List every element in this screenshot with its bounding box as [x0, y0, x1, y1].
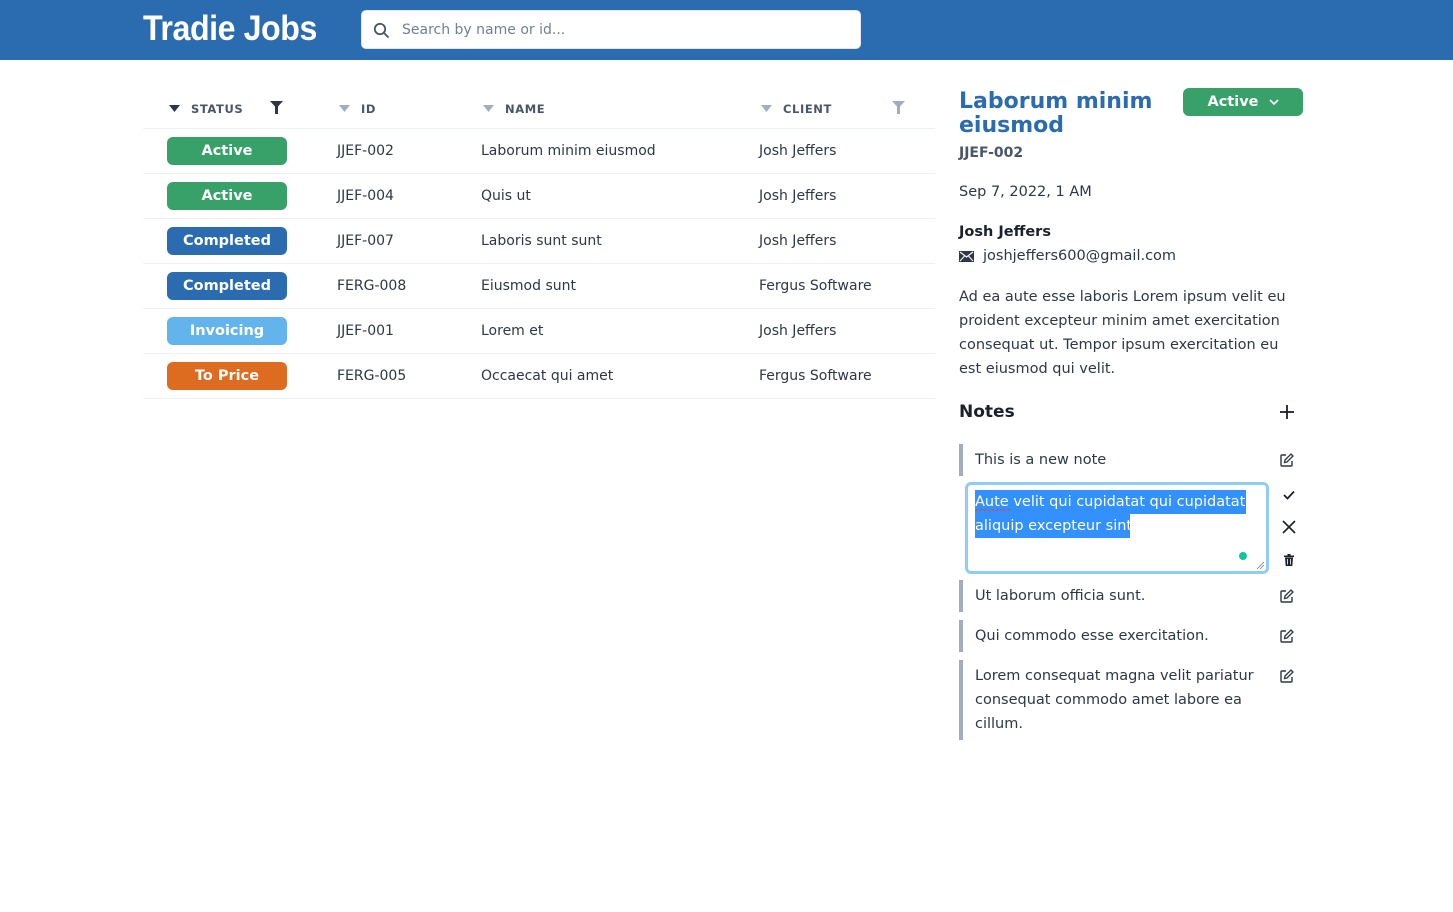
delete-note-trash-icon[interactable]	[1284, 554, 1294, 566]
edit-note-icon[interactable]	[1280, 453, 1294, 467]
note-editor[interactable]: Aute velit qui cupidatat qui cupidatat a…	[965, 482, 1269, 574]
table-body: Active JJEF-002 Laborum minim eiusmod Jo…	[143, 129, 935, 399]
grammar-assistant-icon[interactable]	[1239, 552, 1247, 560]
table-row[interactable]: Active JJEF-002 Laborum minim eiusmod Jo…	[143, 129, 935, 174]
add-note-plus-icon[interactable]	[1279, 404, 1295, 420]
table-row[interactable]: Completed FERG-008 Eiusmod sunt Fergus S…	[143, 264, 935, 309]
note-item: This is a new note	[959, 444, 1303, 476]
sort-caret-down-icon[interactable]	[169, 105, 180, 113]
text-selection	[975, 490, 1246, 514]
job-description: Ad ea aute esse laboris Lorem ipsum veli…	[959, 289, 1286, 377]
note-text: Qui commodo esse exercitation.	[975, 628, 1209, 644]
detail-job-id: JJEF-002	[959, 145, 1024, 161]
job-id: JJEF-004	[337, 188, 394, 204]
note-text: This is a new note	[975, 452, 1107, 468]
client-name: Josh Jeffers	[959, 224, 1051, 240]
status-badge[interactable]: Invoicing	[167, 317, 287, 345]
job-client: Josh Jeffers	[759, 143, 837, 159]
sort-caret-down-icon[interactable]	[339, 105, 350, 113]
table-row[interactable]: Invoicing JJEF-001 Lorem et Josh Jeffers	[143, 309, 935, 354]
job-client: Josh Jeffers	[759, 233, 837, 249]
status-dropdown-value: Active	[1207, 94, 1259, 110]
status-dropdown[interactable]: Active	[1183, 88, 1303, 116]
column-label-client: CLIENT	[783, 102, 832, 116]
job-name: Quis ut	[481, 188, 531, 204]
job-client: Josh Jeffers	[759, 188, 837, 204]
table-row[interactable]: Completed JJEF-007 Laboris sunt sunt Jos…	[143, 219, 935, 264]
resize-handle-icon[interactable]	[1256, 561, 1264, 569]
job-client: Josh Jeffers	[759, 323, 837, 339]
job-id: FERG-005	[337, 368, 407, 384]
status-badge[interactable]: Active	[167, 137, 287, 165]
edit-note-icon[interactable]	[1280, 669, 1294, 683]
sort-caret-down-icon[interactable]	[761, 105, 772, 113]
job-name: Occaecat qui amet	[481, 368, 614, 384]
job-name: Eiusmod sunt	[481, 278, 576, 294]
edit-note-icon[interactable]	[1280, 629, 1294, 643]
note-text: Ut laborum officia sunt.	[975, 588, 1146, 604]
jobs-table: STATUS ID NAME CLIENT Active JJEF-002 La…	[143, 88, 935, 399]
note-text: Lorem consequat magna velit pariatur con…	[975, 668, 1254, 732]
column-label-id: ID	[361, 102, 377, 116]
column-header-client[interactable]: CLIENT	[761, 101, 832, 117]
job-title: Laborum minim eiusmod	[959, 89, 1153, 138]
job-name: Laborum minim eiusmod	[481, 143, 656, 159]
column-header-name[interactable]: NAME	[483, 101, 545, 117]
job-id: FERG-008	[337, 278, 407, 294]
table-header: STATUS ID NAME CLIENT	[143, 88, 935, 129]
filter-icon-client[interactable]	[892, 101, 905, 114]
job-name: Laboris sunt sunt	[481, 233, 602, 249]
chevron-down-icon	[1268, 98, 1279, 105]
table-row[interactable]: To Price FERG-005 Occaecat qui amet Ferg…	[143, 354, 935, 399]
note-item: Qui commodo esse exercitation.	[959, 620, 1303, 652]
column-label-name: NAME	[505, 102, 546, 116]
status-badge[interactable]: Active	[167, 182, 287, 210]
client-email[interactable]: joshjeffers600@gmail.com	[983, 248, 1176, 264]
column-header-id[interactable]: ID	[339, 101, 376, 117]
job-client: Fergus Software	[759, 278, 872, 294]
search-input[interactable]	[402, 11, 852, 48]
job-client: Fergus Software	[759, 368, 872, 384]
spellcheck-underline	[975, 509, 1010, 511]
text-selection	[975, 514, 1130, 538]
job-name: Lorem et	[481, 323, 544, 339]
job-id: JJEF-001	[337, 323, 394, 339]
edit-note-icon[interactable]	[1280, 589, 1294, 603]
status-badge[interactable]: To Price	[167, 362, 287, 390]
status-badge[interactable]: Completed	[167, 227, 287, 255]
table-row[interactable]: Active JJEF-004 Quis ut Josh Jeffers	[143, 174, 935, 219]
job-date: Sep 7, 2022, 1 AM	[959, 184, 1092, 200]
job-id: JJEF-007	[337, 233, 394, 249]
notes-heading: Notes	[959, 402, 1015, 422]
status-badge[interactable]: Completed	[167, 272, 287, 300]
search-box[interactable]	[361, 10, 861, 49]
mail-icon	[959, 250, 974, 262]
note-item: Lorem consequat magna velit pariatur con…	[959, 660, 1303, 740]
sort-caret-down-icon[interactable]	[483, 105, 494, 113]
note-item: Ut laborum officia sunt.	[959, 580, 1303, 612]
app-header: Tradie Jobs	[0, 0, 1453, 60]
column-header-status[interactable]: STATUS	[169, 101, 243, 117]
client-email-row: joshjeffers600@gmail.com	[959, 248, 1176, 264]
column-label-status: STATUS	[191, 102, 244, 116]
job-id: JJEF-002	[337, 143, 394, 159]
app-title: Tradie Jobs	[143, 9, 317, 48]
search-icon	[373, 22, 389, 38]
cancel-edit-x-icon[interactable]	[1282, 520, 1296, 534]
filter-icon-status[interactable]	[270, 101, 283, 114]
save-note-check-icon[interactable]	[1283, 490, 1295, 500]
